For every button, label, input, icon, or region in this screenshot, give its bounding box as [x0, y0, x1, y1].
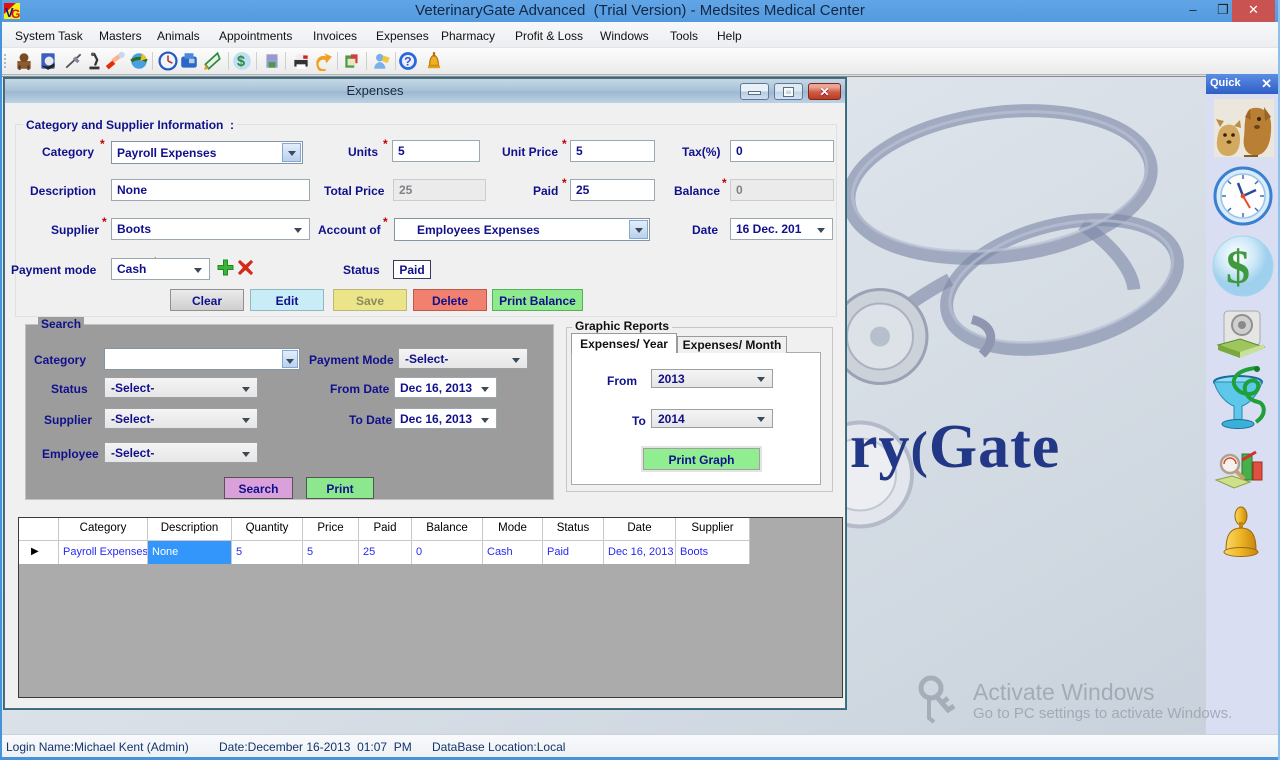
- svg-text:$: $: [1226, 241, 1250, 294]
- svg-text:?: ?: [404, 54, 411, 68]
- svg-text:$: $: [237, 54, 245, 70]
